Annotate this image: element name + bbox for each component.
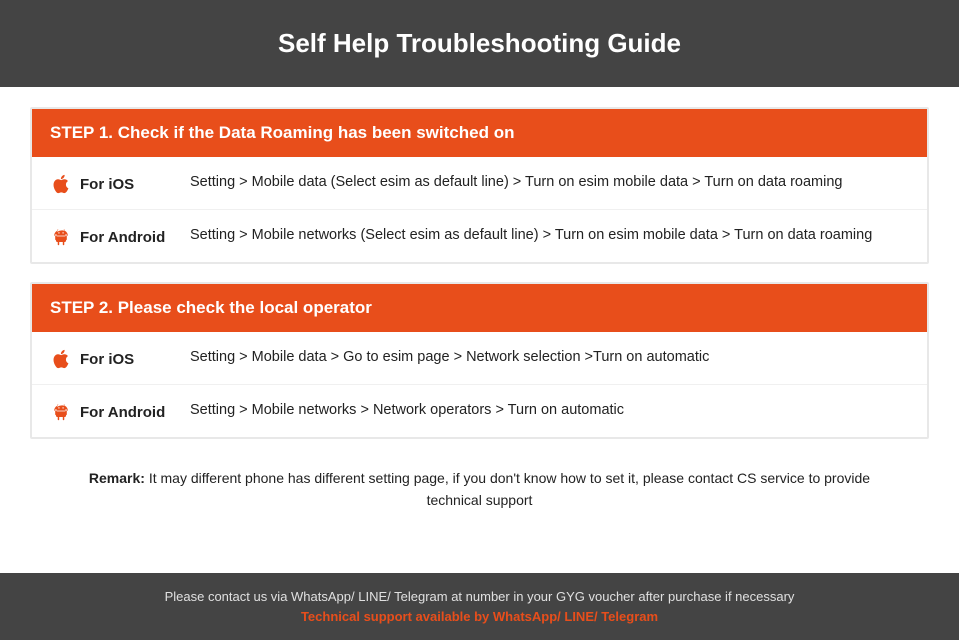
- apple-icon-2: [50, 348, 72, 370]
- step1-android-label-text: For Android: [80, 229, 165, 246]
- remark-body: It may different phone has different set…: [145, 470, 870, 508]
- footer-main-text: Please contact us via WhatsApp/ LINE/ Te…: [20, 589, 939, 604]
- step2-heading: STEP 2. Please check the local operator: [50, 298, 909, 318]
- step2-body: For iOS Setting > Mobile data > Go to es…: [32, 332, 927, 437]
- step2-header: STEP 2. Please check the local operator: [32, 284, 927, 332]
- step2-ios-desc: Setting > Mobile data > Go to esim page …: [190, 346, 909, 368]
- footer-support-text: Technical support available by WhatsApp/…: [20, 609, 939, 624]
- step2-android-desc: Setting > Mobile networks > Network oper…: [190, 399, 909, 421]
- step1-ios-label-text: For iOS: [80, 176, 134, 193]
- step1-android-row: For Android Setting > Mobile networks (S…: [32, 210, 927, 262]
- page-title: Self Help Troubleshooting Guide: [20, 28, 939, 59]
- step2-ios-row: For iOS Setting > Mobile data > Go to es…: [32, 332, 927, 385]
- step1-card: STEP 1. Check if the Data Roaming has be…: [30, 107, 929, 264]
- step2-android-label-text: For Android: [80, 404, 165, 421]
- page-footer: Please contact us via WhatsApp/ LINE/ Te…: [0, 573, 959, 640]
- step2-android-row: For Android Setting > Mobile networks > …: [32, 385, 927, 437]
- remark-bold: Remark:: [89, 470, 145, 486]
- page-header: Self Help Troubleshooting Guide: [0, 0, 959, 87]
- step2-android-label: For Android: [50, 399, 190, 423]
- step2-ios-label-text: For iOS: [80, 351, 134, 368]
- step1-ios-row: For iOS Setting > Mobile data (Select es…: [32, 157, 927, 210]
- step1-ios-label: For iOS: [50, 171, 190, 195]
- step1-body: For iOS Setting > Mobile data (Select es…: [32, 157, 927, 262]
- apple-icon: [50, 173, 72, 195]
- android-icon: [50, 226, 72, 248]
- step2-card: STEP 2. Please check the local operator …: [30, 282, 929, 439]
- step2-ios-label: For iOS: [50, 346, 190, 370]
- main-content: STEP 1. Check if the Data Roaming has be…: [0, 87, 959, 573]
- step1-android-desc: Setting > Mobile networks (Select esim a…: [190, 224, 909, 246]
- remark-section: Remark: It may different phone has diffe…: [30, 457, 929, 530]
- android-icon-2: [50, 401, 72, 423]
- remark-text: Remark: It may different phone has diffe…: [60, 467, 899, 512]
- step1-android-label: For Android: [50, 224, 190, 248]
- step1-heading: STEP 1. Check if the Data Roaming has be…: [50, 123, 909, 143]
- step1-header: STEP 1. Check if the Data Roaming has be…: [32, 109, 927, 157]
- step1-ios-desc: Setting > Mobile data (Select esim as de…: [190, 171, 909, 193]
